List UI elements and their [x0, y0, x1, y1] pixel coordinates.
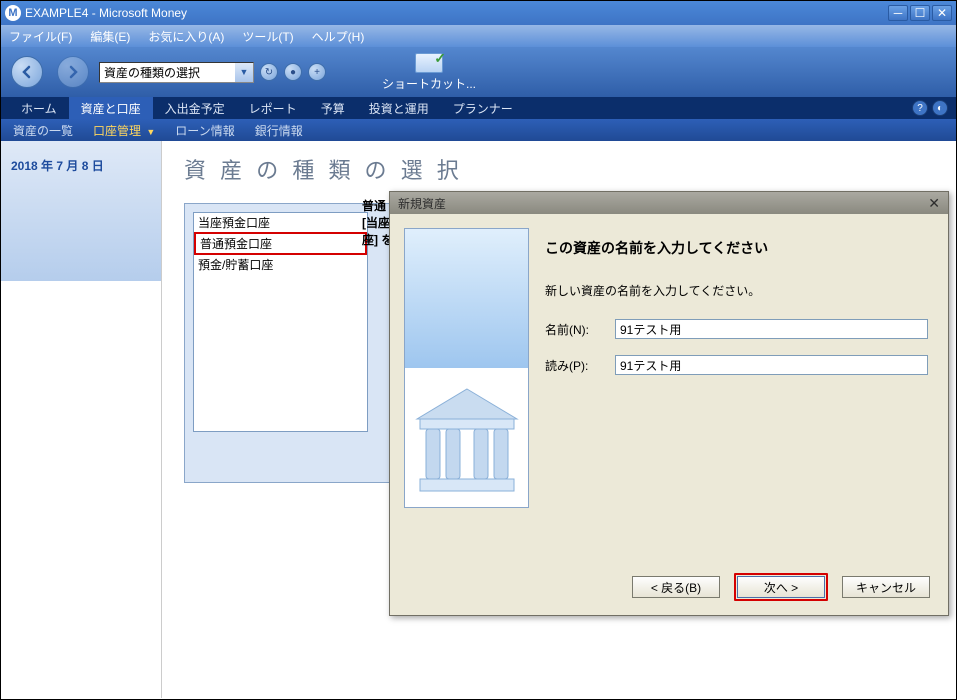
- subtab-account-mgmt[interactable]: 口座管理 ▼: [93, 122, 155, 139]
- maximize-button[interactable]: ☐: [910, 5, 930, 21]
- menu-edit[interactable]: 編集(E): [90, 28, 130, 45]
- shortcut-icon: [415, 53, 443, 73]
- window-title: EXAMPLE4 - Microsoft Money: [25, 6, 886, 20]
- menu-help[interactable]: ヘルプ(H): [312, 28, 365, 45]
- location-combo-dropdown-icon[interactable]: ▼: [235, 63, 253, 82]
- page-title: 資 産 の 種 類 の 選 択: [184, 153, 934, 185]
- go-icon[interactable]: ↻: [260, 63, 278, 81]
- refresh-icon[interactable]: +: [308, 63, 326, 81]
- menu-favorites[interactable]: お気に入り(A): [148, 28, 224, 45]
- name-label: 名前(N):: [545, 321, 615, 338]
- dialog-title: 新規資産: [398, 195, 446, 212]
- close-window-button[interactable]: ✕: [932, 5, 952, 21]
- shortcut-label: ショートカット...: [382, 75, 476, 92]
- sidebar-date: 2018 年 7 月 8 日: [11, 157, 151, 174]
- list-item[interactable]: 普通預金口座: [194, 232, 367, 255]
- tab-home[interactable]: ホーム: [9, 97, 69, 119]
- help-tray-icon[interactable]: ?: [912, 100, 928, 116]
- list-item[interactable]: 当座預金口座: [194, 213, 367, 232]
- subtab-bank[interactable]: 銀行情報: [255, 122, 303, 139]
- subtab-loan[interactable]: ローン情報: [175, 122, 234, 139]
- sub-tabs: 資産の一覧 口座管理 ▼ ローン情報 銀行情報: [1, 119, 956, 141]
- title-bar: M EXAMPLE4 - Microsoft Money ─ ☐ ✕: [1, 1, 956, 25]
- sidebar: 2018 年 7 月 8 日: [1, 141, 161, 698]
- yomi-field[interactable]: [615, 355, 928, 375]
- tab-planner[interactable]: プランナー: [441, 97, 525, 119]
- name-field[interactable]: [615, 319, 928, 339]
- menubar: ファイル(F) 編集(E) お気に入り(A) ツール(T) ヘルプ(H): [1, 25, 956, 47]
- stop-icon[interactable]: ●: [284, 63, 302, 81]
- dialog-close-icon[interactable]: ✕: [928, 195, 940, 212]
- tab-budget[interactable]: 入出金予定: [153, 97, 237, 119]
- app-icon: M: [5, 5, 21, 21]
- dialog-form: この資産の名前を入力してください 新しい資産の名前を入力してください。 名前(N…: [539, 228, 934, 550]
- chevron-down-icon: ▼: [146, 127, 155, 137]
- dialog-titlebar: 新規資産 ✕: [390, 192, 948, 214]
- location-combo[interactable]: 資産の種類の選択 ▼: [99, 62, 254, 83]
- dialog-heading: この資産の名前を入力してください: [545, 238, 928, 258]
- nav-forward-button[interactable]: [57, 56, 89, 88]
- tab-report[interactable]: レポート: [237, 97, 309, 119]
- cancel-button[interactable]: キャンセル: [842, 576, 930, 598]
- account-type-listbox[interactable]: 当座預金口座 普通預金口座 預金/貯蓄口座: [193, 212, 368, 432]
- dialog-hint: 新しい資産の名前を入力してください。: [545, 282, 928, 299]
- back-button[interactable]: < 戻る(B): [632, 576, 720, 598]
- tab-yotei[interactable]: 予算: [309, 97, 357, 119]
- location-combo-value: 資産の種類の選択: [104, 64, 200, 81]
- dialog-hero-image: [404, 228, 529, 508]
- yomi-label: 読み(P):: [545, 357, 615, 374]
- nav-tabs: ホーム 資産と口座 入出金予定 レポート 予算 投資と運用 プランナー ? ◐: [1, 97, 956, 119]
- menu-tools[interactable]: ツール(T): [242, 28, 293, 45]
- nav-back-button[interactable]: [11, 56, 43, 88]
- web-tray-icon[interactable]: ◐: [932, 100, 948, 116]
- next-button[interactable]: 次へ >: [737, 576, 825, 598]
- tab-accounts[interactable]: 資産と口座: [69, 97, 153, 119]
- tab-invest[interactable]: 投資と運用: [357, 97, 441, 119]
- new-asset-dialog: 新規資産 ✕ この資産の名前を入力してください 新しい資産の名前を入力してくださ…: [389, 191, 949, 616]
- subtab-asset-list[interactable]: 資産の一覧: [13, 122, 73, 139]
- next-button-highlight: 次へ >: [734, 573, 828, 601]
- bank-building-icon: [412, 387, 522, 497]
- shortcut-button[interactable]: ショートカット...: [382, 53, 476, 92]
- minimize-button[interactable]: ─: [888, 5, 908, 21]
- list-item[interactable]: 預金/貯蓄口座: [194, 255, 367, 274]
- dialog-footer: < 戻る(B) 次へ > キャンセル: [632, 573, 930, 601]
- toolbar: 資産の種類の選択 ▼ ↻ ● + ショートカット...: [1, 47, 956, 97]
- menu-file[interactable]: ファイル(F): [9, 28, 72, 45]
